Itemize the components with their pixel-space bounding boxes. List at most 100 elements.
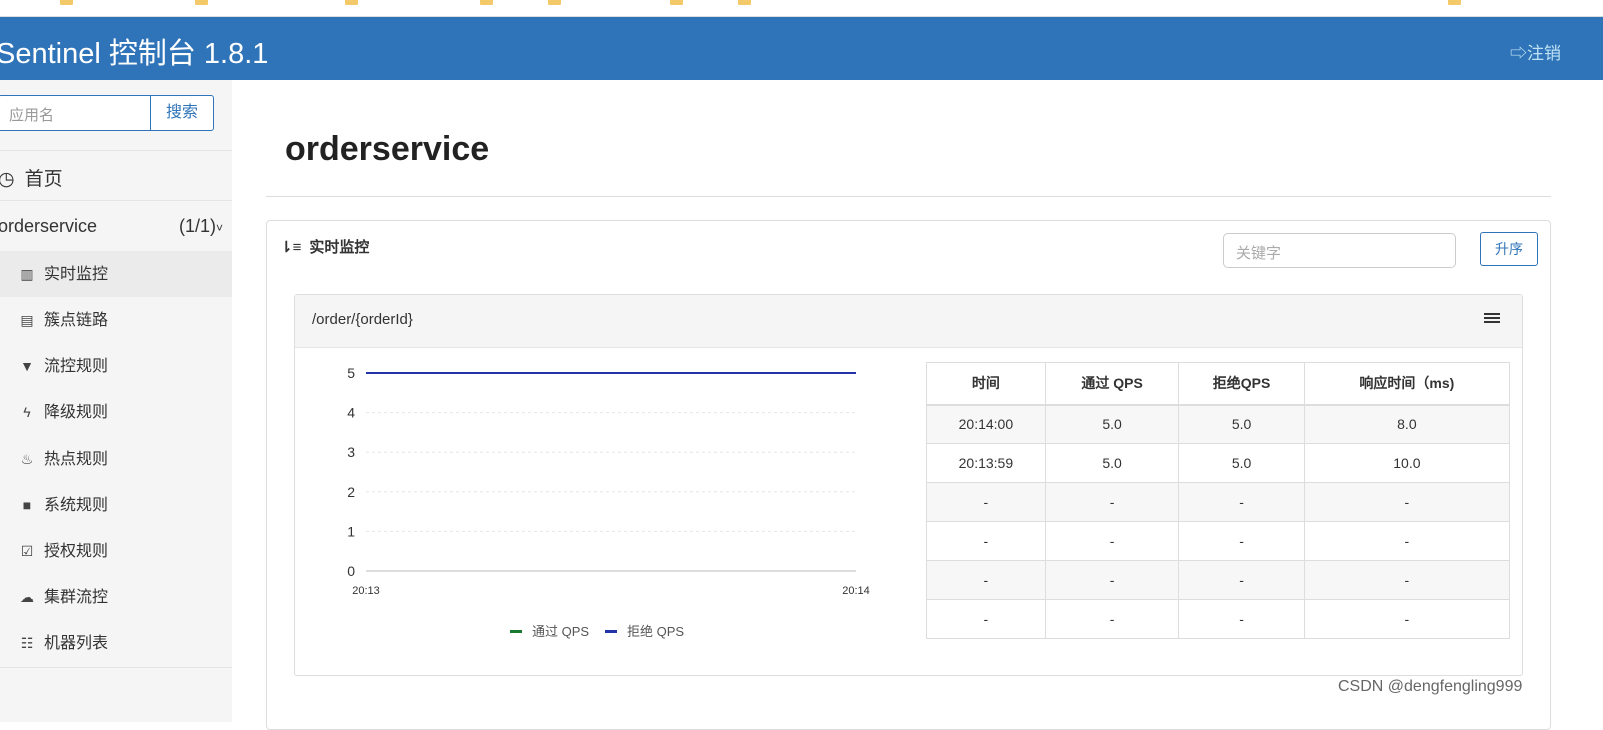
- sidebar-item-cluster-flow[interactable]: ☁ 集群流控: [0, 574, 232, 620]
- sidebar-item-auth-rules[interactable]: ☑ 授权规则: [0, 528, 232, 574]
- item-label: 授权规则: [44, 543, 109, 560]
- column-header: 响应时间（ms): [1303, 362, 1511, 406]
- table-cell: -: [1178, 599, 1305, 639]
- legend-swatch: [510, 630, 522, 633]
- table-cell: -: [926, 521, 1046, 561]
- table-cell: -: [1303, 599, 1511, 639]
- sort-asc-button[interactable]: 升序: [1480, 232, 1538, 266]
- resource-name: /order/{orderId}: [312, 311, 413, 328]
- y-tick-label: 2: [347, 484, 355, 500]
- sign-out-icon: ⇨: [1510, 44, 1527, 63]
- column-header: 拒绝QPS: [1178, 362, 1305, 406]
- item-label: 机器列表: [44, 635, 109, 652]
- menu-icon[interactable]: [1484, 313, 1500, 325]
- table-cell: -: [1303, 482, 1511, 522]
- keyword-input[interactable]: 关键字: [1223, 233, 1456, 268]
- bookmarks-bar: [0, 0, 1603, 17]
- home-label: 首页: [24, 169, 63, 190]
- table-cell: -: [1303, 560, 1511, 600]
- table-cell: -: [1044, 599, 1180, 639]
- folder-icon[interactable]: [548, 0, 561, 5]
- bar-chart-icon: ▥: [20, 266, 34, 282]
- table-cell: -: [1178, 482, 1305, 522]
- list-icon: ▤: [20, 312, 34, 328]
- folder-icon[interactable]: [738, 0, 751, 5]
- table-cell: -: [1044, 560, 1180, 600]
- y-tick-label: 3: [347, 444, 355, 460]
- divider: [0, 200, 232, 201]
- table-cell: 5.0: [1178, 404, 1305, 444]
- table-cell: -: [1303, 521, 1511, 561]
- table-cell: -: [926, 560, 1046, 600]
- divider: [266, 196, 1551, 197]
- table-cell: -: [926, 482, 1046, 522]
- item-label: 实时监控: [44, 266, 109, 283]
- section-title: ⇂≡ 实时监控: [280, 236, 369, 257]
- table-cell: 20:14:00: [926, 404, 1046, 444]
- table-row: ----: [926, 482, 1511, 522]
- flash-icon: ϟ: [23, 404, 31, 420]
- folder-icon[interactable]: [345, 0, 358, 5]
- sidebar-item-machine-list[interactable]: ☷ 机器列表: [0, 620, 232, 666]
- sidebar-item-degrade-rules[interactable]: ϟ 降级规则: [0, 389, 232, 435]
- sidebar-item-hotspot-rules[interactable]: ♨ 热点规则: [0, 436, 232, 482]
- page-title: orderservice: [285, 130, 490, 168]
- table-cell: -: [1178, 521, 1305, 561]
- table-cell: 5.0: [1044, 404, 1180, 444]
- th-list-icon: ☷: [20, 635, 34, 651]
- legend-label: 通过 QPS: [532, 624, 589, 639]
- table-cell: 10.0: [1303, 443, 1511, 483]
- item-label: 集群流控: [44, 589, 109, 606]
- column-header: 通过 QPS: [1044, 362, 1180, 406]
- table-row: 20:14:00 5.0 5.0 8.0: [926, 404, 1511, 444]
- sidebar-item-system-rules[interactable]: ■ 系统规则: [0, 482, 232, 528]
- resource-panel-header: /order/{orderId}: [295, 295, 1522, 348]
- sidebar-item-cluster-link[interactable]: ▤ 簇点链路: [0, 297, 232, 343]
- table-cell: 5.0: [1044, 443, 1180, 483]
- table-cell: -: [926, 599, 1046, 639]
- divider: [0, 667, 232, 668]
- legend-label: 拒绝 QPS: [627, 624, 684, 639]
- item-label: 簇点链路: [44, 312, 109, 329]
- check-icon: ☑: [20, 543, 34, 559]
- app-group-orderservice[interactable]: orderservice (1/1)˅: [0, 216, 223, 237]
- table-row: ----: [926, 521, 1511, 561]
- folder-icon[interactable]: [1448, 0, 1461, 5]
- table-row: ----: [926, 599, 1511, 639]
- app-search-input[interactable]: 应用名: [0, 95, 151, 131]
- folder-icon[interactable]: [60, 0, 73, 5]
- folder-icon[interactable]: [480, 0, 493, 5]
- y-tick-label: 4: [347, 405, 355, 421]
- column-header: 时间: [926, 362, 1046, 406]
- dashboard-icon: ◷: [0, 169, 15, 190]
- sidebar-item-realtime-monitor[interactable]: ▥ 实时监控: [0, 251, 232, 297]
- sidebar-item-flow-rules[interactable]: ▼ 流控规则: [0, 343, 232, 389]
- table-row: 20:13:59 5.0 5.0 10.0: [926, 443, 1511, 483]
- item-label: 降级规则: [44, 404, 109, 421]
- table-cell: 20:13:59: [926, 443, 1046, 483]
- x-tick-label: 20:14: [842, 585, 870, 597]
- sidebar-item-home[interactable]: ◷ 首页: [0, 164, 63, 191]
- watermark: CSDN @dengfengling999: [1338, 678, 1523, 695]
- chevron-down-icon: ˅: [215, 221, 223, 235]
- sidebar: 应用名 搜索 ◷ 首页 orderservice (1/1)˅ ▥ 实时监控 ▤ 簇点链…: [0, 80, 232, 722]
- folder-icon[interactable]: [670, 0, 683, 5]
- divider: [0, 150, 232, 151]
- legend-swatch: [605, 630, 617, 633]
- filter-icon: ▼: [20, 358, 34, 374]
- item-label: 系统规则: [44, 497, 109, 514]
- item-label: 流控规则: [44, 358, 109, 375]
- search-button[interactable]: 搜索: [150, 95, 214, 131]
- folder-icon[interactable]: [195, 0, 208, 5]
- fire-icon: ♨: [20, 451, 34, 467]
- table-cell: -: [1044, 482, 1180, 522]
- brand-title[interactable]: Sentinel 控制台 1.8.1: [0, 30, 268, 72]
- logout-label: 注销: [1527, 44, 1561, 63]
- table-cell: 8.0: [1303, 404, 1511, 444]
- app-count: (1/1)˅: [178, 216, 223, 236]
- logout-link[interactable]: ⇨注销: [1510, 39, 1561, 64]
- top-navbar: Sentinel 控制台 1.8.1 ⇨注销: [0, 17, 1603, 80]
- cloud-icon: ☁: [20, 589, 34, 605]
- section-title-label: 实时监控: [309, 239, 370, 256]
- y-tick-label: 1: [347, 523, 355, 539]
